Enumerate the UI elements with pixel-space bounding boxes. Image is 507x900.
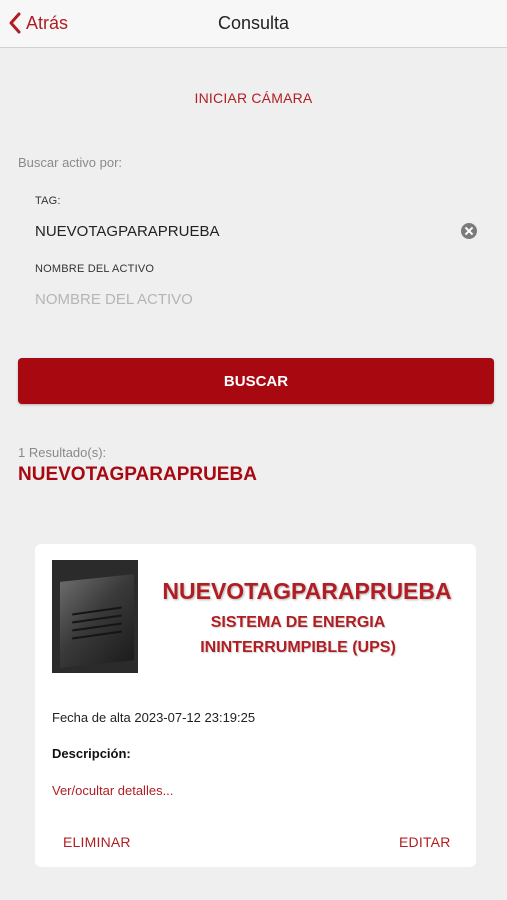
card-tag-title: NUEVOTAGPARAPRUEBA <box>162 578 452 604</box>
results-heading: NUEVOTAGPARAPRUEBA <box>18 464 257 485</box>
page-title: Consulta <box>217 13 290 33</box>
clear-icon[interactable] <box>461 223 477 239</box>
card-subtitle-line1: SISTEMA DE ENERGIA <box>210 614 386 631</box>
edit-button[interactable]: EDITAR <box>399 834 451 850</box>
delete-button[interactable]: ELIMINAR <box>63 834 131 850</box>
results-count: 1 Resultado(s): <box>18 445 107 460</box>
tag-input[interactable] <box>35 218 480 244</box>
toggle-details-link[interactable]: Ver/ocultar detalles... <box>52 783 173 798</box>
card-subtitle-line2: ININTERRUMPIBLE (UPS) <box>200 639 396 656</box>
creation-date: Fecha de alta 2023-07-12 23:19:25 <box>52 710 256 725</box>
asset-name-input[interactable] <box>35 286 480 312</box>
search-button[interactable]: BUSCAR <box>18 358 494 404</box>
tag-label: TAG: <box>35 195 61 207</box>
asset-image <box>52 560 138 673</box>
navigation-bar: Atrás Consulta <box>0 0 507 48</box>
search-by-label: Buscar activo por: <box>18 155 123 170</box>
start-camera-button[interactable]: INICIAR CÁMARA <box>0 90 507 106</box>
asset-name-label: NOMBRE DEL ACTIVO <box>35 263 155 275</box>
result-card: NUEVOTAGPARAPRUEBA SISTEMA DE ENERGIA IN… <box>35 544 476 867</box>
description-label: Descripción: <box>52 746 131 761</box>
